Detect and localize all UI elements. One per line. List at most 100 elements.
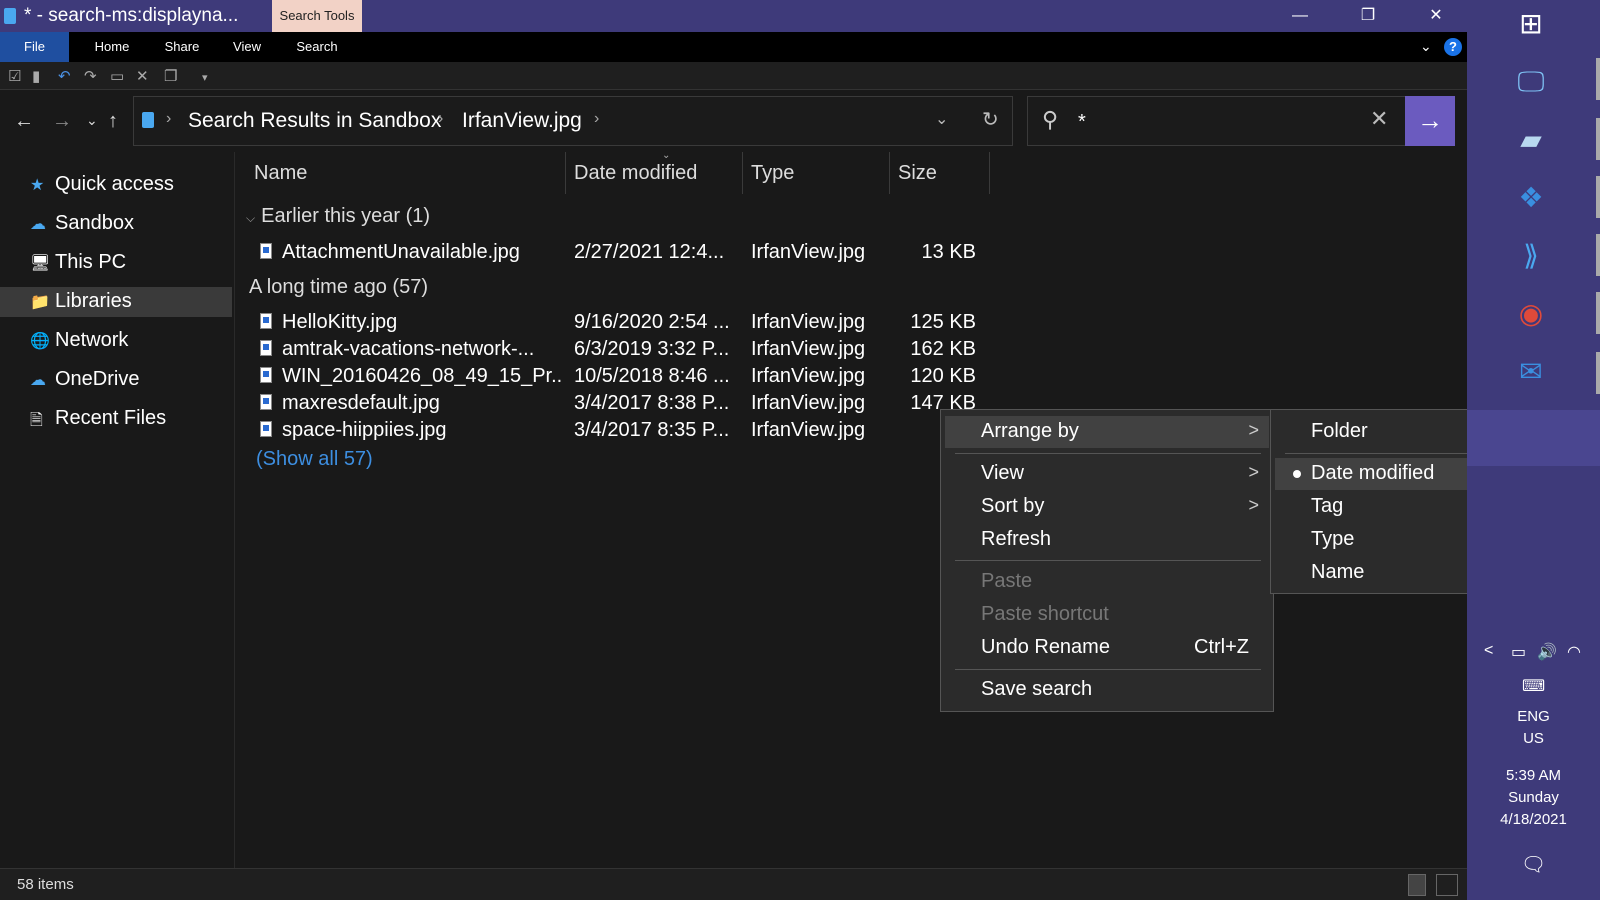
show-all-link[interactable]: (Show all 57) bbox=[256, 448, 373, 471]
location-icon bbox=[142, 112, 154, 128]
menu-item-save-search[interactable]: Save search bbox=[945, 674, 1269, 706]
column-header-name[interactable]: Name bbox=[246, 152, 566, 194]
details-view-button[interactable] bbox=[1408, 874, 1426, 896]
language-indicator[interactable]: ENG bbox=[1467, 708, 1600, 725]
nav-item-network[interactable]: 🌐 Network bbox=[0, 326, 232, 356]
menu-divider bbox=[955, 669, 1261, 670]
new-folder-icon[interactable]: ▮ bbox=[32, 67, 40, 85]
properties-icon[interactable]: ☑ bbox=[8, 67, 21, 85]
window-title: * - search-ms:displayna... bbox=[24, 5, 239, 26]
file-row[interactable]: amtrak-vacations-network-... 6/3/2019 3:… bbox=[256, 337, 1256, 363]
address-bar[interactable]: › Search Results in Sandbox › IrfanView.… bbox=[133, 96, 1013, 146]
search-go-button[interactable]: → bbox=[1405, 96, 1455, 146]
start-windows-icon[interactable]: ⊞ bbox=[1511, 4, 1551, 44]
search-box[interactable]: ⚲ * ✕ bbox=[1027, 96, 1407, 146]
clock-day[interactable]: Sunday bbox=[1467, 789, 1600, 806]
column-header-size[interactable]: Size bbox=[890, 152, 990, 194]
file-row[interactable]: WIN_20160426_08_49_15_Pr... 10/5/2018 8:… bbox=[256, 364, 1256, 390]
menu-item-undo-rename[interactable]: Undo Rename Ctrl+Z bbox=[945, 632, 1269, 664]
up-icon[interactable]: ↑ bbox=[108, 110, 118, 133]
breadcrumb-separator[interactable]: › bbox=[166, 110, 171, 128]
search-icon: ⚲ bbox=[1042, 107, 1059, 132]
menu-item-view[interactable]: View > bbox=[945, 458, 1269, 490]
nav-item-quick-access[interactable]: ★ Quick access bbox=[0, 170, 232, 200]
menu-item-label: Save search bbox=[981, 678, 1093, 700]
file-row[interactable]: HelloKitty.jpg 9/16/2020 2:54 ... IrfanV… bbox=[256, 310, 1256, 336]
menu-item-paste[interactable]: Paste bbox=[945, 566, 1269, 598]
search-input[interactable]: * bbox=[1078, 111, 1086, 134]
active-explorer-taskbar-item[interactable] bbox=[1467, 410, 1600, 466]
nav-item-this-pc[interactable]: 🖥 This PC bbox=[0, 248, 232, 278]
clear-search-icon[interactable]: ✕ bbox=[1370, 106, 1388, 132]
menu-item-sort-by[interactable]: Sort by > bbox=[945, 491, 1269, 523]
tab-search[interactable]: Search bbox=[272, 32, 362, 62]
tray-overflow-chevron-icon[interactable]: < bbox=[1484, 642, 1493, 660]
group-header[interactable]: A long time ago (57) bbox=[249, 276, 428, 299]
wifi-icon[interactable]: ◠ bbox=[1567, 642, 1581, 662]
notification-center-icon[interactable]: 🗨 bbox=[1467, 852, 1600, 877]
chrome-icon[interactable]: ◉ bbox=[1511, 294, 1551, 334]
menu-item-arrange-by[interactable]: Arrange by > bbox=[945, 416, 1269, 448]
recent-locations-icon[interactable]: ⌄ bbox=[86, 112, 98, 129]
running-indicator bbox=[1596, 292, 1600, 334]
nav-item-recent-files[interactable]: 🗎 Recent Files bbox=[0, 404, 232, 434]
clock-time[interactable]: 5:39 AM bbox=[1467, 767, 1600, 784]
delete-icon[interactable]: ✕ bbox=[136, 67, 149, 85]
tab-file[interactable]: File bbox=[0, 32, 69, 62]
folder-icon: 📁 bbox=[30, 294, 50, 311]
redo-icon[interactable]: ↷ bbox=[84, 67, 97, 85]
search-app-icon[interactable]: 🖵 bbox=[1511, 62, 1551, 102]
ribbon-collapse-chevron-icon[interactable]: ⌄ bbox=[1420, 38, 1432, 55]
file-row[interactable]: AttachmentUnavailable.jpg 2/27/2021 12:4… bbox=[256, 240, 1256, 266]
virtualbox-icon[interactable]: ❖ bbox=[1511, 178, 1551, 218]
nav-item-libraries[interactable]: 📁 Libraries bbox=[0, 287, 232, 317]
volume-icon[interactable]: 🔊 bbox=[1537, 642, 1557, 662]
clock-date[interactable]: 4/18/2021 bbox=[1467, 811, 1600, 828]
copy-icon[interactable]: ❐ bbox=[164, 67, 177, 85]
battery-icon[interactable]: ▭ bbox=[1511, 642, 1526, 662]
menu-item-paste-shortcut[interactable]: Paste shortcut bbox=[945, 599, 1269, 631]
file-type: IrfanView.jpg bbox=[751, 365, 866, 387]
maximize-button[interactable]: ❐ bbox=[1334, 0, 1402, 32]
large-icons-view-button[interactable] bbox=[1436, 874, 1458, 896]
refresh-icon[interactable]: ↻ bbox=[982, 107, 999, 132]
breadcrumb-separator[interactable]: › bbox=[438, 110, 443, 128]
network-icon: 🌐 bbox=[30, 333, 50, 350]
tab-view[interactable]: View bbox=[217, 32, 277, 62]
powershell-icon[interactable]: ⟫ bbox=[1511, 236, 1551, 276]
nav-item-onedrive[interactable]: ☁ OneDrive bbox=[0, 365, 232, 395]
close-button[interactable]: ✕ bbox=[1402, 0, 1470, 32]
minimize-button[interactable]: — bbox=[1266, 0, 1334, 32]
menu-item-label: Arrange by bbox=[981, 420, 1079, 442]
address-dropdown-icon[interactable]: ⌄ bbox=[935, 109, 948, 129]
group-header[interactable]: ⌵ Earlier this year (1) bbox=[246, 205, 430, 228]
submenu-arrow-icon: > bbox=[1248, 462, 1259, 482]
help-icon[interactable]: ? bbox=[1444, 38, 1462, 56]
breadcrumb-search-results[interactable]: Search Results in Sandbox bbox=[188, 109, 441, 133]
cloud-icon: ☁ bbox=[30, 216, 46, 233]
back-icon[interactable]: ← bbox=[14, 110, 34, 133]
breadcrumb-irfanview[interactable]: IrfanView.jpg bbox=[462, 109, 582, 133]
undo-icon[interactable]: ↶ bbox=[58, 67, 71, 85]
address-bar-row: ← → ⌄ ↑ › Search Results in Sandbox › Ir… bbox=[0, 90, 1467, 152]
menu-item-label: Folder bbox=[1311, 420, 1368, 442]
sandbox-app-icon[interactable]: ▰ bbox=[1511, 120, 1551, 160]
search-tools-context-tab[interactable]: Search Tools bbox=[272, 0, 362, 32]
keyboard-icon[interactable]: ⌨ bbox=[1467, 676, 1600, 696]
mail-icon[interactable]: ✉ bbox=[1511, 352, 1551, 392]
column-header-type[interactable]: Type bbox=[743, 152, 890, 194]
breadcrumb-separator[interactable]: › bbox=[594, 110, 599, 128]
forward-icon[interactable]: → bbox=[52, 110, 72, 133]
menu-item-label: Refresh bbox=[981, 528, 1052, 550]
menu-item-refresh[interactable]: Refresh bbox=[945, 524, 1269, 556]
tab-home[interactable]: Home bbox=[77, 32, 147, 62]
sort-caret-icon: ⌄ bbox=[662, 150, 671, 161]
rename-icon[interactable]: ▭ bbox=[110, 67, 124, 85]
nav-item-sandbox[interactable]: ☁ Sandbox bbox=[0, 209, 232, 239]
tab-share[interactable]: Share bbox=[147, 32, 217, 62]
file-date: 3/4/2017 8:35 P... bbox=[574, 419, 730, 441]
language-region[interactable]: US bbox=[1467, 730, 1600, 747]
collapse-chevron-icon[interactable]: ⌵ bbox=[246, 211, 255, 225]
column-header-date-modified[interactable]: Date modified bbox=[566, 152, 743, 194]
customize-toolbar-icon[interactable]: ▾ bbox=[202, 71, 208, 84]
